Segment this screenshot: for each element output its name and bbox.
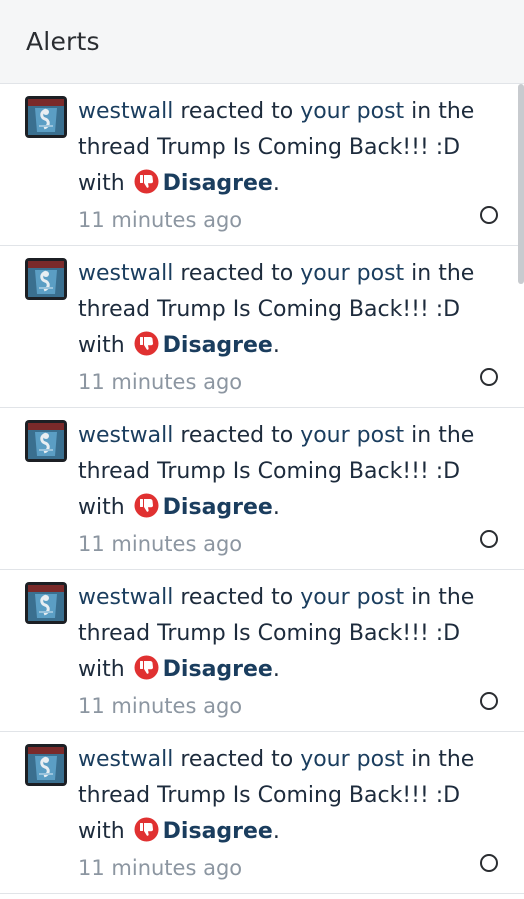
alert-reaction-name[interactable]: Disagree	[163, 657, 273, 682]
alert-item[interactable]: westwall reacted to your post in the thr…	[0, 570, 524, 732]
alert-action-text: reacted to	[173, 747, 301, 772]
alert-user-link[interactable]: westwall	[78, 261, 173, 286]
alert-period: .	[272, 495, 280, 520]
circle-outline-icon[interactable]	[480, 206, 498, 224]
alert-timestamp: 11 minutes ago	[78, 694, 243, 718]
alert-post-link[interactable]: your post	[300, 261, 404, 286]
alert-item[interactable]: westwall reacted to your post in the thr…	[0, 408, 524, 570]
avatar[interactable]	[25, 744, 67, 786]
alert-action-text: reacted to	[173, 99, 301, 124]
avatar[interactable]	[25, 582, 67, 624]
thumbs-down-icon	[134, 331, 159, 356]
thumbs-down-icon	[134, 817, 159, 842]
thumbs-down-icon	[134, 655, 159, 680]
alert-period: .	[272, 819, 280, 844]
alert-user-link[interactable]: westwall	[78, 423, 173, 448]
alert-text: westwall reacted to your post in the thr…	[78, 742, 484, 850]
alert-action-text: reacted to	[173, 423, 301, 448]
circle-outline-icon[interactable]	[480, 692, 498, 710]
alert-reaction-name[interactable]: Disagree	[163, 333, 273, 358]
alert-thread-link[interactable]: Trump Is Coming Back!!! :D	[157, 135, 460, 160]
alert-thread-link[interactable]: Trump Is Coming Back!!! :D	[157, 621, 460, 646]
avatar[interactable]	[25, 96, 67, 138]
alerts-header: Alerts	[0, 0, 524, 84]
alert-timestamp: 11 minutes ago	[78, 208, 243, 232]
alert-user-link[interactable]: westwall	[78, 747, 173, 772]
thumbs-down-icon	[134, 169, 159, 194]
alert-text: westwall reacted to your post in the thr…	[78, 256, 484, 364]
alert-user-link[interactable]: westwall	[78, 99, 173, 124]
alert-timestamp: 11 minutes ago	[78, 856, 243, 880]
scrollbar[interactable]	[518, 84, 524, 284]
alert-item[interactable]: westwall reacted to your post in the thr…	[0, 732, 524, 894]
alert-text: westwall reacted to your post in the thr…	[78, 580, 484, 688]
alert-period: .	[272, 171, 280, 196]
alert-post-link[interactable]: your post	[300, 747, 404, 772]
alerts-list: westwall reacted to your post in the thr…	[0, 84, 524, 894]
circle-outline-icon[interactable]	[480, 368, 498, 386]
alert-action-text: reacted to	[173, 585, 301, 610]
circle-outline-icon[interactable]	[480, 854, 498, 872]
thumbs-down-icon	[134, 493, 159, 518]
alert-reaction-name[interactable]: Disagree	[163, 171, 273, 196]
alert-period: .	[272, 657, 280, 682]
alert-with-text: with	[78, 333, 132, 358]
avatar-image	[25, 744, 67, 786]
alert-thread-link[interactable]: Trump Is Coming Back!!! :D	[157, 459, 460, 484]
alert-timestamp: 11 minutes ago	[78, 370, 243, 394]
alert-with-text: with	[78, 495, 132, 520]
alert-with-text: with	[78, 819, 132, 844]
alert-user-link[interactable]: westwall	[78, 585, 173, 610]
alert-reaction-name[interactable]: Disagree	[163, 495, 273, 520]
alerts-title: Alerts	[26, 27, 100, 56]
alert-with-text: with	[78, 657, 132, 682]
avatar-image	[25, 420, 67, 462]
avatar[interactable]	[25, 258, 67, 300]
circle-outline-icon[interactable]	[480, 530, 498, 548]
alert-timestamp: 11 minutes ago	[78, 532, 243, 556]
alerts-panel: Alerts westwall reacted to your post in …	[0, 0, 524, 899]
avatar-image	[25, 582, 67, 624]
alert-post-link[interactable]: your post	[300, 423, 404, 448]
alert-thread-link[interactable]: Trump Is Coming Back!!! :D	[157, 783, 460, 808]
alert-with-text: with	[78, 171, 132, 196]
avatar-image	[25, 258, 67, 300]
avatar-image	[25, 96, 67, 138]
alert-item[interactable]: westwall reacted to your post in the thr…	[0, 246, 524, 408]
alert-item[interactable]: westwall reacted to your post in the thr…	[0, 84, 524, 246]
alert-text: westwall reacted to your post in the thr…	[78, 94, 484, 202]
alert-post-link[interactable]: your post	[300, 585, 404, 610]
alert-action-text: reacted to	[173, 261, 301, 286]
alert-post-link[interactable]: your post	[300, 99, 404, 124]
alert-period: .	[272, 333, 280, 358]
avatar[interactable]	[25, 420, 67, 462]
alert-thread-link[interactable]: Trump Is Coming Back!!! :D	[157, 297, 460, 322]
alert-text: westwall reacted to your post in the thr…	[78, 418, 484, 526]
alert-reaction-name[interactable]: Disagree	[163, 819, 273, 844]
